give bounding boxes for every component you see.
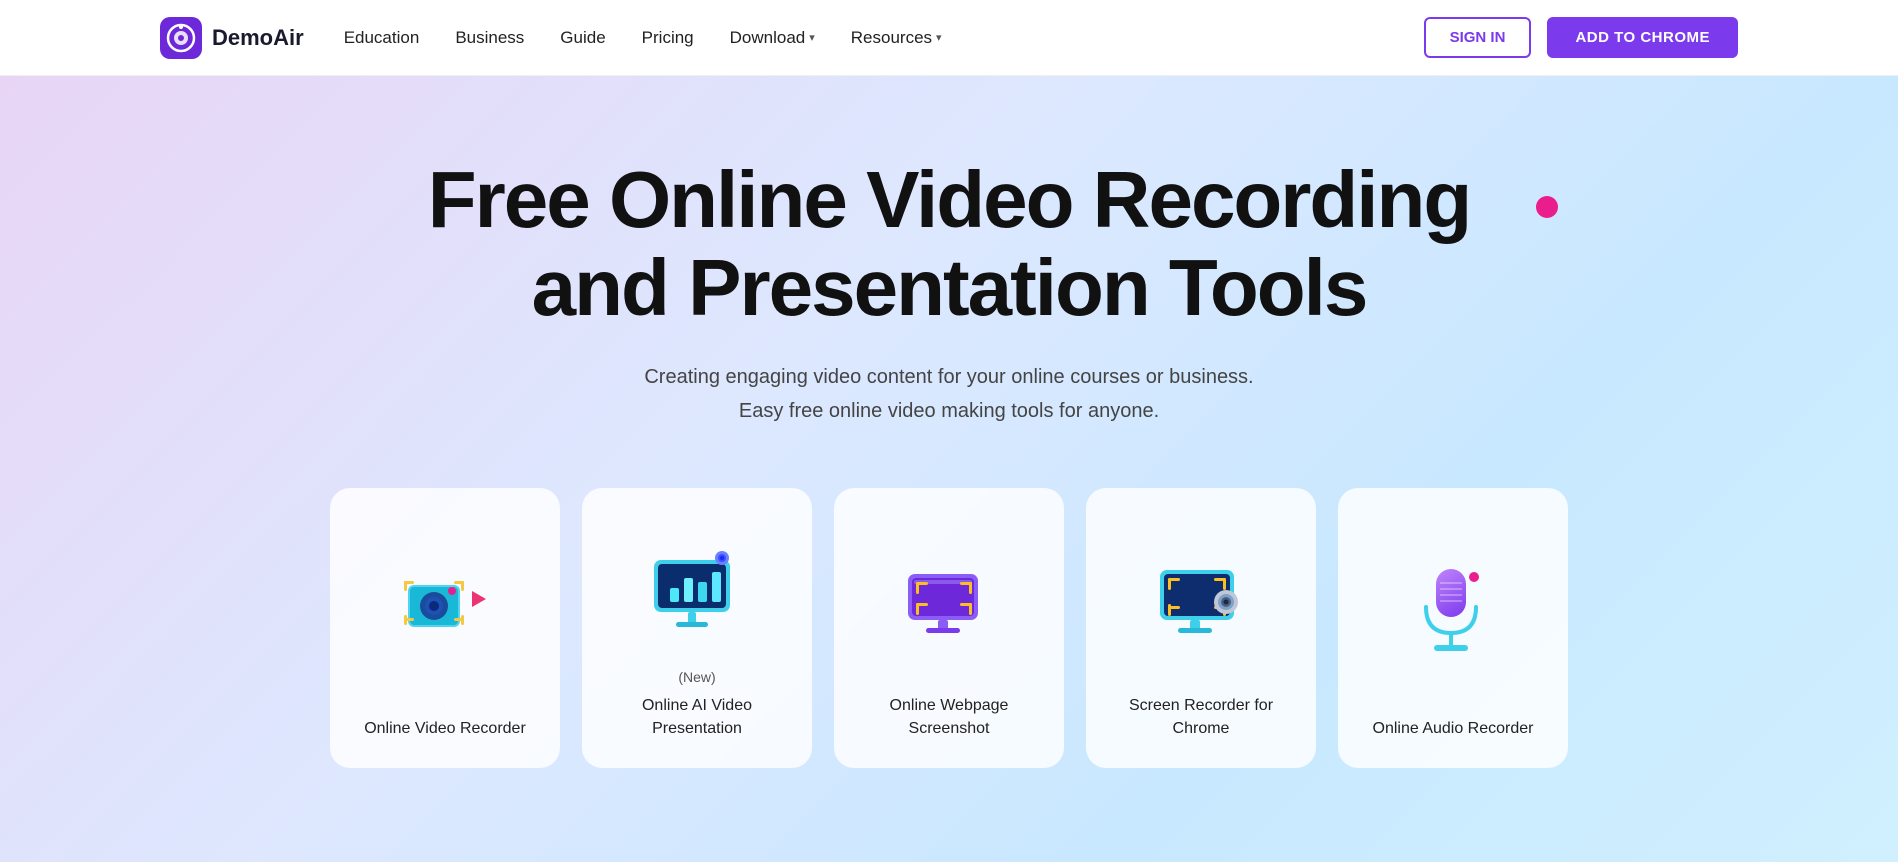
ai-presentation-icon — [642, 536, 752, 646]
card-icon-area-ai — [598, 512, 796, 669]
card-webpage-screenshot[interactable]: Online Webpage Screenshot — [834, 488, 1064, 768]
nav-download[interactable]: Download ▾ — [730, 28, 815, 48]
card-new-badge-ai: (New) — [678, 669, 715, 685]
brand-name: DemoAir — [212, 25, 304, 51]
resources-chevron-icon: ▾ — [936, 31, 942, 44]
card-icon-area-audio — [1354, 512, 1552, 708]
nav-actions: SIGN IN ADD TO CHROME — [1424, 17, 1738, 58]
nav-pricing[interactable]: Pricing — [642, 28, 694, 48]
video-recorder-icon — [390, 555, 500, 665]
card-label-webpage-screenshot: Online Webpage Screenshot — [850, 695, 1048, 740]
nav-guide[interactable]: Guide — [560, 28, 605, 48]
download-chevron-icon: ▾ — [809, 31, 815, 44]
add-to-chrome-button[interactable]: ADD TO CHROME — [1547, 17, 1738, 58]
nav-resources[interactable]: Resources ▾ — [851, 28, 942, 48]
feature-cards: Online Video Recorder — [0, 488, 1898, 768]
audio-recorder-icon — [1398, 555, 1508, 665]
card-ai-presentation[interactable]: (New) Online AI Video Presentation — [582, 488, 812, 768]
sign-in-button[interactable]: SIGN IN — [1424, 17, 1532, 58]
hero-subtitle: Creating engaging video content for your… — [0, 360, 1898, 428]
card-label-ai-presentation: Online AI Video Presentation — [598, 695, 796, 740]
card-video-recorder[interactable]: Online Video Recorder — [330, 488, 560, 768]
navbar: DemoAir Education Business Guide Pricing… — [0, 0, 1898, 76]
card-label-screen-recorder: Screen Recorder for Chrome — [1102, 695, 1300, 740]
card-screen-recorder[interactable]: Screen Recorder for Chrome — [1086, 488, 1316, 768]
card-icon-area-screen — [1102, 512, 1300, 685]
screen-recorder-icon — [1146, 544, 1256, 654]
nav-education[interactable]: Education — [344, 28, 420, 48]
hero-section: Free Online Video Recording and Presenta… — [0, 76, 1898, 862]
logo-icon — [160, 17, 202, 59]
hero-title: Free Online Video Recording and Presenta… — [399, 156, 1499, 332]
card-icon-area-screenshot — [850, 512, 1048, 685]
card-label-audio-recorder: Online Audio Recorder — [1373, 718, 1534, 740]
card-label-video-recorder: Online Video Recorder — [364, 718, 526, 740]
card-icon-area-video — [346, 512, 544, 708]
nav-links: Education Business Guide Pricing Downloa… — [344, 28, 1424, 48]
screenshot-icon — [894, 544, 1004, 654]
logo-link[interactable]: DemoAir — [160, 17, 304, 59]
nav-business[interactable]: Business — [455, 28, 524, 48]
card-audio-recorder[interactable]: Online Audio Recorder — [1338, 488, 1568, 768]
decorative-dot — [1536, 196, 1558, 218]
